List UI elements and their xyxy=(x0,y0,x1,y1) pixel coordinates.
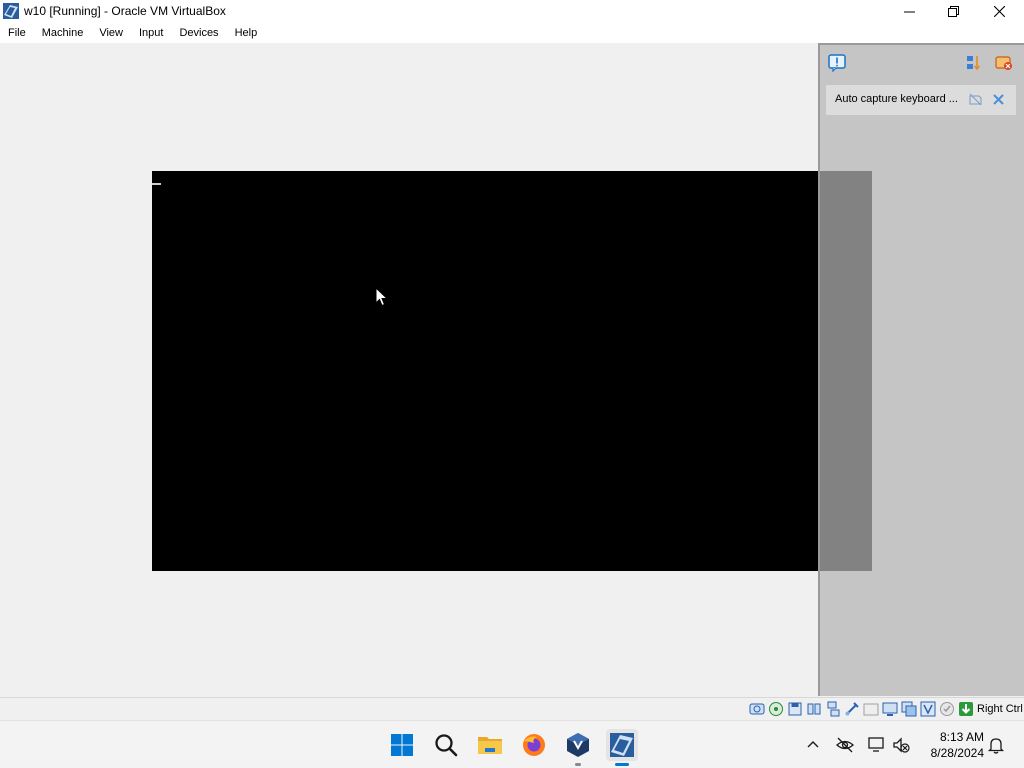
minimize-button[interactable] xyxy=(886,0,932,23)
search-icon xyxy=(435,734,458,757)
virtualbox-vm-icon xyxy=(610,733,634,757)
text-cursor xyxy=(152,183,161,185)
clock-date: 8/28/2024 xyxy=(930,746,984,760)
show-hidden-icons-chevron[interactable] xyxy=(804,736,822,754)
minimize-icon xyxy=(903,11,915,13)
window-title: w10 [Running] - Oracle VM VirtualBox xyxy=(24,4,226,18)
shared-folders-icon[interactable] xyxy=(863,701,879,717)
vm-screen[interactable] xyxy=(152,171,872,571)
menu-input[interactable]: Input xyxy=(131,23,171,43)
virtualbox-manager-button[interactable] xyxy=(562,729,594,766)
virtualbox-manager-icon xyxy=(567,733,589,757)
start-button[interactable] xyxy=(386,729,418,761)
network-icon[interactable] xyxy=(825,701,841,717)
cpu-icon[interactable] xyxy=(920,701,936,717)
menu-devices[interactable]: Devices xyxy=(171,23,226,43)
mouse-pointer-icon xyxy=(375,287,389,307)
notification-center-toolbar xyxy=(820,45,1024,83)
virtualbox-vm-icon xyxy=(3,3,19,19)
hard-disk-icon[interactable] xyxy=(749,701,765,717)
start-icon xyxy=(391,734,413,756)
usb-icon[interactable] xyxy=(844,701,860,717)
menu-view[interactable]: View xyxy=(91,23,131,43)
close-icon xyxy=(993,6,1005,17)
volume-muted-icon[interactable] xyxy=(892,736,910,754)
menu-machine[interactable]: Machine xyxy=(34,23,92,43)
firefox-icon xyxy=(523,734,545,756)
notification-center-icon[interactable] xyxy=(828,54,846,72)
file-explorer-button[interactable] xyxy=(474,729,506,761)
taskbar: 8:13 AM 8/28/2024 xyxy=(0,720,1024,768)
host-key-label[interactable]: Right Ctrl xyxy=(977,703,1023,715)
running-indicator xyxy=(575,763,581,766)
menu-bar: File Machine View Input Devices Help xyxy=(0,23,1024,43)
status-bar-indicators xyxy=(749,701,977,717)
notification-text: Auto capture keyboard ... xyxy=(835,93,958,105)
clock[interactable]: 8:13 AM 8/28/2024 xyxy=(922,729,984,761)
menu-file[interactable]: File xyxy=(0,23,34,43)
search-button[interactable] xyxy=(430,729,462,761)
status-bar: Right Ctrl xyxy=(0,697,1024,720)
keyboard-capture-icon[interactable] xyxy=(958,701,974,717)
close-notification-icon[interactable] xyxy=(992,93,1005,106)
menu-help[interactable]: Help xyxy=(227,23,266,43)
active-indicator xyxy=(615,763,629,766)
optical-drive-icon[interactable] xyxy=(768,701,784,717)
firefox-button[interactable] xyxy=(518,729,550,761)
clock-time: 8:13 AM xyxy=(939,730,984,744)
restore-icon xyxy=(947,6,959,17)
floppy-icon[interactable] xyxy=(787,701,803,717)
recording-icon[interactable] xyxy=(901,701,917,717)
notification-center: Auto capture keyboard ... xyxy=(818,43,1024,696)
file-explorer-icon xyxy=(478,737,502,754)
title-bar[interactable]: w10 [Running] - Oracle VM VirtualBox xyxy=(0,0,1024,23)
virtualbox-vm-button[interactable] xyxy=(606,729,638,766)
display-icon[interactable] xyxy=(882,701,898,717)
mouse-integration-icon[interactable] xyxy=(939,701,955,717)
sort-icon[interactable] xyxy=(965,54,983,72)
toggle-notifications-icon[interactable] xyxy=(995,54,1013,72)
do-not-show-again-icon[interactable] xyxy=(969,93,982,106)
audio-icon[interactable] xyxy=(806,701,822,717)
notification-item[interactable]: Auto capture keyboard ... xyxy=(826,85,1016,115)
restore-button[interactable] xyxy=(930,0,976,23)
network-off-icon[interactable] xyxy=(836,736,854,754)
display-tray-icon[interactable] xyxy=(868,736,886,754)
notifications-bell-icon[interactable] xyxy=(987,736,1005,754)
close-button[interactable] xyxy=(976,0,1022,23)
